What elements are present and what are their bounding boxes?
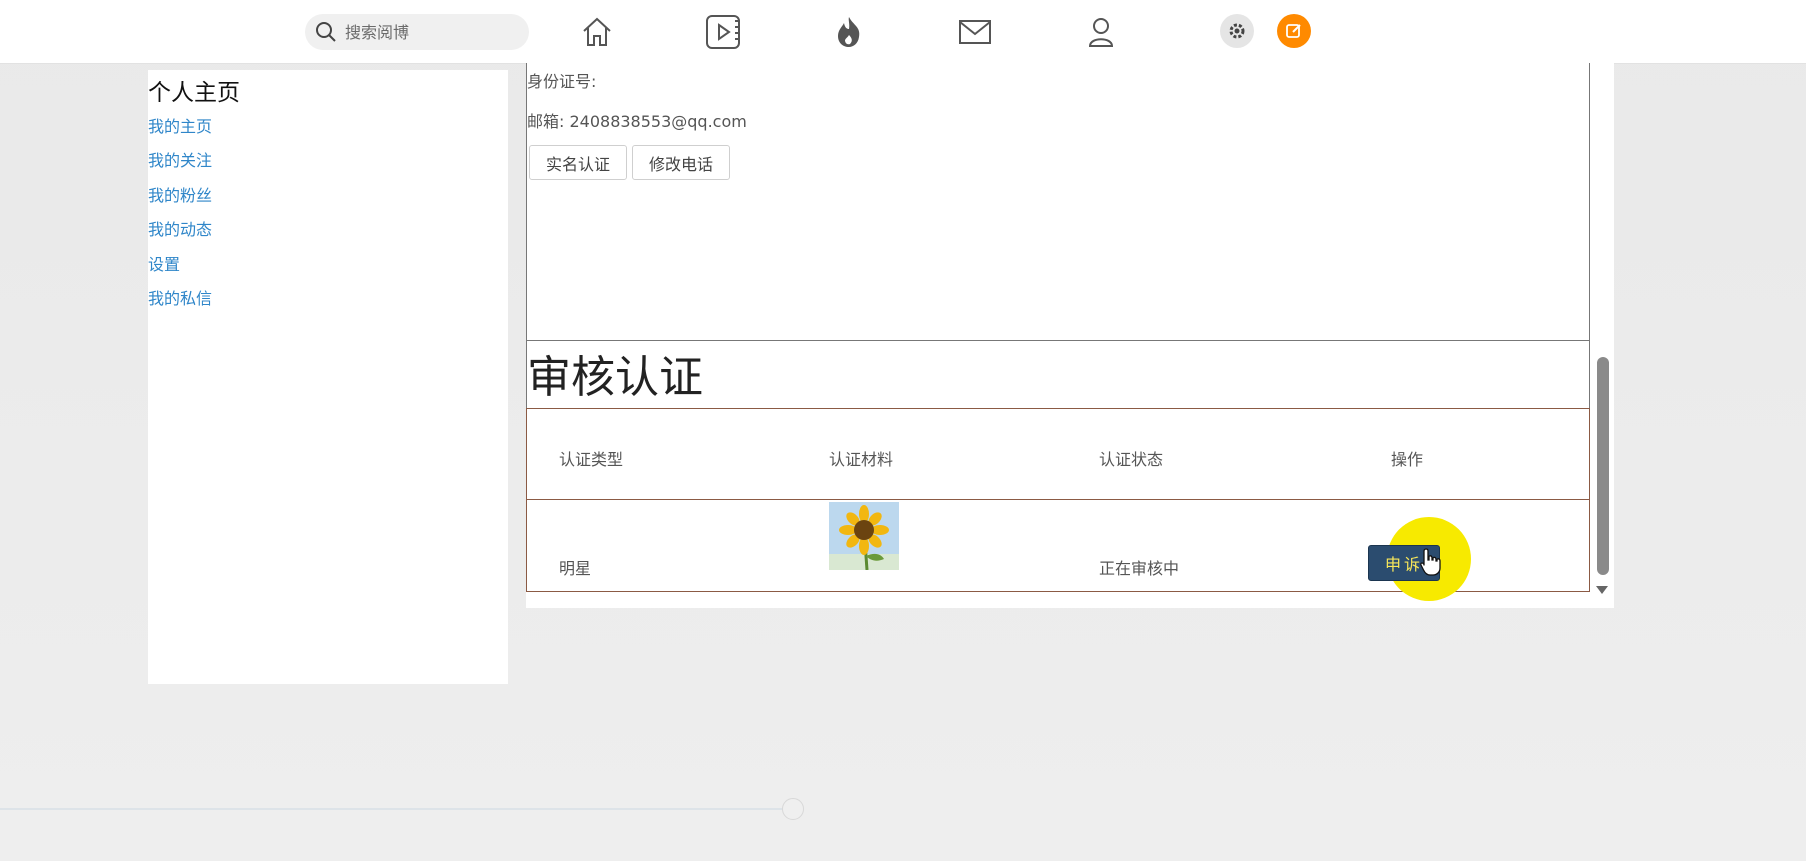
search-input[interactable] xyxy=(343,21,517,43)
sidebar-item-my-fans[interactable]: 我的粉丝 xyxy=(148,182,212,206)
sidebar-item-messages[interactable]: 我的私信 xyxy=(148,285,212,309)
profile-info-section: 身份证号: 邮箱: 2408838553@qq.com 实名认证 修改电话 xyxy=(526,63,1590,341)
sidebar-item-my-home[interactable]: 我的主页 xyxy=(148,113,212,137)
sidebar-item-my-posts[interactable]: 我的动态 xyxy=(148,216,212,240)
sunflower-image xyxy=(829,502,899,570)
scrollbar-thumb[interactable] xyxy=(1597,357,1609,575)
settings-icon[interactable] xyxy=(1220,14,1254,48)
column-header-material: 认证材料 xyxy=(829,450,894,469)
scrollbar[interactable] xyxy=(1594,63,1614,608)
real-name-auth-button[interactable]: 实名认证 xyxy=(529,145,628,180)
home-icon[interactable] xyxy=(577,12,617,52)
hand-cursor-icon xyxy=(1420,548,1441,576)
column-header-type: 认证类型 xyxy=(559,450,624,469)
review-title: 审核认证 xyxy=(527,352,703,403)
id-number-label: 身份证号: xyxy=(527,72,597,91)
column-header-status: 认证状态 xyxy=(1099,450,1164,469)
top-navigation-bar xyxy=(0,0,1806,64)
bottom-progress-knob[interactable] xyxy=(782,798,804,820)
mail-icon[interactable] xyxy=(955,12,995,52)
row-divider xyxy=(527,499,1589,500)
column-header-action: 操作 xyxy=(1391,450,1424,469)
row-type: 明星 xyxy=(559,559,592,578)
email-label: 邮箱: 2408838553@qq.com xyxy=(527,112,747,131)
sidebar-item-my-following[interactable]: 我的关注 xyxy=(148,147,212,171)
user-icon[interactable] xyxy=(1081,12,1121,52)
compose-icon[interactable] xyxy=(1277,14,1311,48)
change-phone-button[interactable]: 修改电话 xyxy=(632,145,731,180)
scroll-down-arrow-icon[interactable] xyxy=(1596,586,1608,594)
hot-icon[interactable] xyxy=(829,12,869,52)
sidebar-title: 个人主页 xyxy=(148,80,240,106)
sidebar-item-settings[interactable]: 设置 xyxy=(148,251,180,275)
search-icon xyxy=(316,22,336,42)
video-icon[interactable] xyxy=(703,12,743,52)
bottom-progress-line xyxy=(0,808,790,810)
row-status: 正在审核中 xyxy=(1099,559,1180,578)
search-box[interactable] xyxy=(305,14,529,50)
sidebar: 个人主页 我的主页 我的关注 我的粉丝 我的动态 设置 我的私信 xyxy=(148,70,508,684)
